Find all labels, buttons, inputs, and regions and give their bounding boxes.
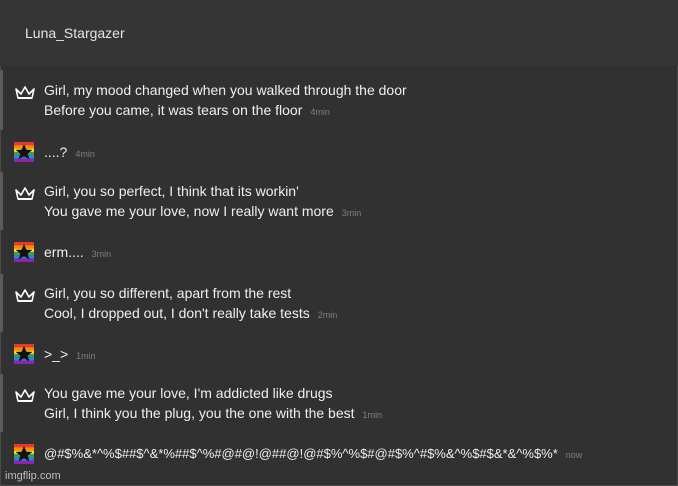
- message-accent-bar: [0, 172, 3, 230]
- message-line: Cool, I dropped out, I don't really take…: [44, 305, 310, 321]
- crown-icon: [15, 389, 35, 402]
- rainbow-star-avatar-icon: [14, 142, 34, 162]
- imgflip-watermark: imgflip.com: [5, 470, 61, 482]
- message-line: Girl, you so different, apart from the r…: [44, 285, 292, 301]
- message-timestamp: 4min: [310, 107, 330, 117]
- message-accent-bar: [0, 374, 3, 432]
- message-timestamp: now: [565, 450, 583, 460]
- message-line: You gave me your love, I'm addicted like…: [44, 385, 333, 401]
- message-row: >_> 1min: [0, 340, 678, 368]
- chat-header: Luna_Stargazer: [0, 0, 678, 66]
- message-line: Girl, you so perfect, I think that its w…: [44, 183, 299, 199]
- message-timestamp: 3min: [341, 208, 362, 218]
- rainbow-star-avatar-icon: [14, 444, 34, 464]
- message-row: @#$%&*^%$##$^&*%##$^%#@#@!@##@!@#$%^%$#@…: [0, 441, 678, 469]
- message-text: You gave me your love, I'm addicted like…: [44, 383, 382, 425]
- crown-icon: [15, 289, 35, 302]
- rainbow-star-avatar-icon: [14, 242, 34, 262]
- message-line: >_>: [44, 346, 69, 362]
- message-line: erm....: [44, 244, 84, 260]
- message-row: Girl, you so perfect, I think that its w…: [0, 172, 678, 230]
- message-line: Girl, my mood changed when you walked th…: [44, 82, 407, 98]
- message-timestamp: 2min: [317, 310, 338, 320]
- message-timestamp: 1min: [362, 410, 383, 420]
- message-row: Girl, you so different, apart from the r…: [0, 274, 678, 332]
- message-line: Before you came, it was tears on the flo…: [44, 102, 303, 118]
- crown-icon: [15, 187, 35, 200]
- message-text: erm.... 3min: [44, 242, 111, 264]
- message-text: @#$%&*^%$##$^&*%##$^%#@#@!@##@!@#$%^%$#@…: [44, 444, 582, 465]
- message-timestamp: 4min: [75, 149, 95, 159]
- message-row: You gave me your love, I'm addicted like…: [0, 374, 678, 432]
- rainbow-star-avatar-icon: [14, 344, 34, 364]
- message-accent-bar: [0, 274, 3, 332]
- message-line: @#$%&*^%$##$^&*%##$^%#@#@!@##@!@#$%^%$#@…: [44, 446, 558, 461]
- message-line: ....?: [44, 144, 68, 160]
- message-line: Girl, I think you the plug, you the one …: [44, 405, 355, 421]
- message-row: erm.... 3min: [0, 238, 678, 266]
- message-timestamp: 3min: [91, 249, 112, 259]
- message-text: Girl, you so different, apart from the r…: [44, 283, 337, 325]
- message-text: >_> 1min: [44, 344, 96, 366]
- message-text: Girl, my mood changed when you walked th…: [44, 80, 407, 122]
- chat-title: Luna_Stargazer: [25, 25, 125, 41]
- message-row: ....? 4min: [0, 138, 678, 166]
- message-accent-bar: [0, 70, 3, 130]
- message-row: Girl, my mood changed when you walked th…: [0, 70, 678, 130]
- message-line: You gave me your love, now I really want…: [44, 203, 334, 219]
- message-timestamp: 1min: [76, 351, 96, 361]
- message-text: Girl, you so perfect, I think that its w…: [44, 181, 361, 223]
- message-text: ....? 4min: [44, 142, 95, 164]
- crown-icon: [15, 86, 35, 99]
